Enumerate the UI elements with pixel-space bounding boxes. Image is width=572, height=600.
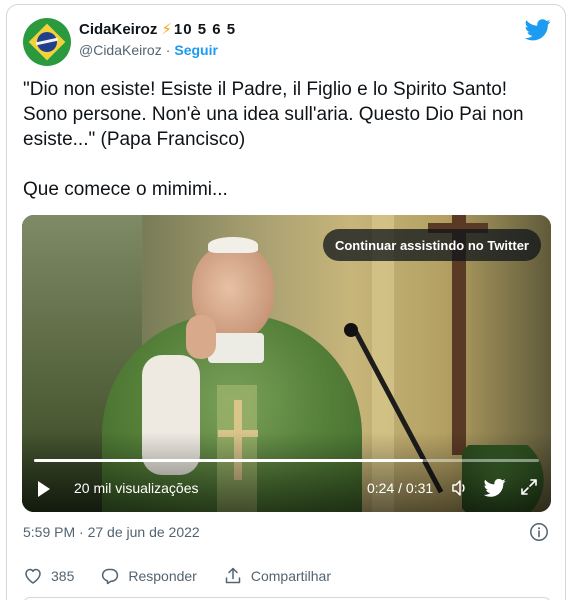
user-handle[interactable]: @CidaKeiroz <box>79 42 162 58</box>
share-button[interactable]: Compartilhar <box>223 566 331 586</box>
name-row: CidaKeiroz ⚡ 10 5 6 5 <box>79 20 237 39</box>
reply-bubble-icon <box>102 568 119 585</box>
video-progress-fill <box>34 459 423 462</box>
tweet-text: "Dio non esiste! Esiste il Padre, il Fig… <box>23 77 553 227</box>
tweet-paragraph-quote: "Dio non esiste! Esiste il Padre, il Fig… <box>23 79 524 150</box>
twitter-bird-icon[interactable] <box>484 478 506 498</box>
avatar[interactable] <box>23 18 71 66</box>
fullscreen-icon[interactable] <box>519 477 539 497</box>
video-time: 0:24 / 0:31 <box>367 480 434 496</box>
tweet-actions: 385 Responder Compartilhar <box>23 566 357 586</box>
volume-icon[interactable] <box>450 478 470 498</box>
like-button[interactable]: 385 <box>23 566 74 586</box>
display-name-suffix: 10 5 6 5 <box>173 20 237 38</box>
heart-icon <box>25 568 41 584</box>
video-frame-zucchetto <box>208 237 258 253</box>
separator-dot: · <box>165 42 171 58</box>
reply-button[interactable]: Responder <box>100 566 197 586</box>
handle-row: @CidaKeiroz · Seguir <box>79 42 218 58</box>
reply-label: Responder <box>128 568 197 584</box>
follow-button[interactable]: Seguir <box>174 42 218 58</box>
video-frame-hand <box>186 315 216 359</box>
view-count: 20 mil visualizações <box>74 480 199 496</box>
tweet-paragraph-comment: Que comece o mimimi... <box>23 179 228 200</box>
lightning-bolt-icon: ⚡ <box>161 21 172 38</box>
video-controls: 20 mil visualizações 0:24 / 0:31 <box>22 473 551 503</box>
continue-watching-button[interactable]: Continuar assistindo no Twitter <box>322 229 541 261</box>
video-player[interactable]: Continuar assistindo no Twitter 20 mil v… <box>22 215 551 512</box>
share-icon <box>225 567 241 584</box>
video-frame-microphone <box>344 323 358 337</box>
share-label: Compartilhar <box>250 568 331 584</box>
like-count: 385 <box>51 568 75 584</box>
display-name[interactable]: CidaKeiroz <box>79 21 157 38</box>
play-icon[interactable] <box>38 481 50 497</box>
video-progress-bar[interactable] <box>34 459 539 462</box>
tweet-timestamp[interactable]: 5:59 PM · 27 de jun de 2022 <box>23 524 200 540</box>
tweet-card: CidaKeiroz ⚡ 10 5 6 5 @CidaKeiroz · Segu… <box>6 4 566 600</box>
video-frame-collar <box>208 333 264 363</box>
twitter-bird-icon[interactable] <box>525 19 551 41</box>
info-icon[interactable] <box>529 522 549 542</box>
